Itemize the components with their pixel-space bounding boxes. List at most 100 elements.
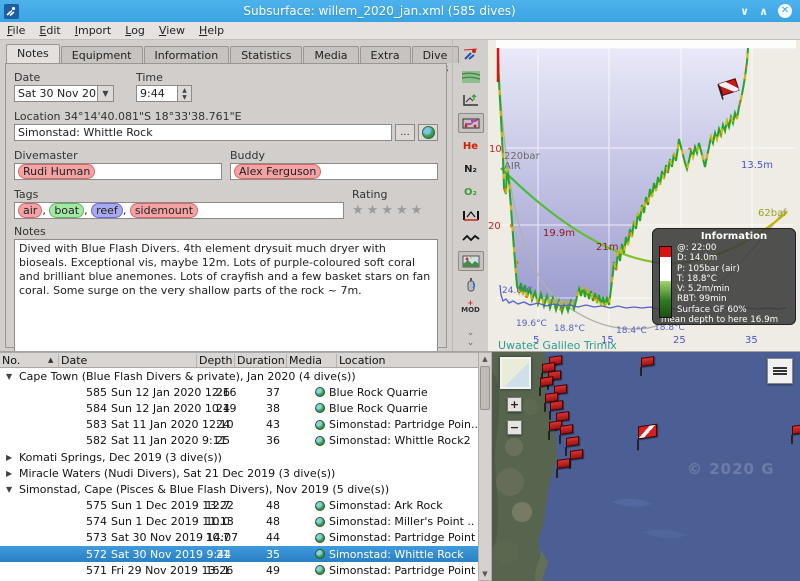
trip-row[interactable]: ▼Cape Town (Blue Flash Divers & private)…	[0, 368, 478, 384]
collapsed-triangle-icon[interactable]: ▶	[6, 453, 17, 462]
tab-extra-info[interactable]: Extra Info	[360, 46, 411, 63]
expanded-triangle-icon[interactable]: ▼	[6, 372, 17, 381]
maximize-button[interactable]: ∧	[759, 5, 768, 18]
star-icon[interactable]: ★	[367, 203, 382, 218]
dive-flag-icon[interactable]	[550, 400, 563, 411]
dive-row[interactable]: 575Sun 1 Dec 2019 13:2212.748Simonstad: …	[0, 498, 478, 514]
trip-label: Simonstad, Cape (Pisces & Blue Flash Div…	[19, 483, 389, 496]
globe-icon	[315, 420, 325, 430]
dive-flag-icon[interactable]	[570, 449, 583, 460]
buddy-input[interactable]: Alex Ferguson	[230, 163, 438, 180]
scroll-up-icon[interactable]: ▲	[482, 353, 487, 365]
titlebar[interactable]: Subsurface: willem_2020_jan.xml (585 div…	[0, 0, 800, 22]
dc-ceiling-icon[interactable]	[458, 113, 484, 133]
collapse-chevron-icon[interactable]: ⌄⌄	[467, 328, 475, 348]
dive-row[interactable]: 573Sat 30 Nov 2019 14:0710.744Simonstad:…	[0, 530, 478, 546]
dive-row[interactable]: 583Sat 11 Jan 2020 12:102443Simonstad: P…	[0, 417, 478, 433]
tab-media[interactable]: Media	[303, 46, 358, 63]
map-zoom-in-button[interactable]: +	[507, 397, 522, 412]
globe-icon	[315, 517, 325, 527]
dive-flag-icon[interactable]	[566, 436, 579, 447]
rating-stars[interactable]: ★★★★★	[352, 203, 438, 218]
menu-log[interactable]: Log	[118, 23, 152, 38]
minimize-button[interactable]: ∨	[740, 5, 749, 18]
column-duration[interactable]: Duration	[234, 354, 286, 367]
dive-row[interactable]: 584Sun 12 Jan 2020 10:192438Blue Rock Qu…	[0, 400, 478, 416]
trip-row[interactable]: ▶Miracle Waters (Nudi Divers), Sat 21 De…	[0, 465, 478, 481]
dive-date: Sun 12 Jan 2020 12:16	[111, 386, 203, 399]
trip-row[interactable]: ▼Simonstad, Cape (Pisces & Blue Flash Di…	[0, 481, 478, 497]
dive-profile-chart[interactable]: 10 20 5 15 25 35 220bar AIR 62bar 19.9m …	[488, 40, 800, 352]
tags-input[interactable]: air, boat, reef, sidemount	[14, 202, 344, 219]
time-value: 9:44	[140, 87, 165, 100]
location-more-button[interactable]: ...	[395, 124, 415, 141]
chevron-down-icon[interactable]: ▼	[97, 86, 113, 101]
o2-toggle[interactable]: O₂	[458, 182, 484, 202]
dive-site-map[interactable]: + − © 2020 G	[492, 352, 800, 581]
dive-list-scrollbar[interactable]: ▲ ▼	[478, 352, 492, 581]
column-depth[interactable]: Depth	[196, 354, 234, 367]
close-button[interactable]: ✕	[778, 4, 792, 18]
dive-flag-icon[interactable]	[560, 424, 573, 435]
star-icon[interactable]: ★	[396, 203, 411, 218]
column-date[interactable]: Date	[58, 354, 196, 367]
location-input[interactable]: Simonstad: Whittle Rock	[14, 124, 392, 141]
heartrate-icon[interactable]	[458, 228, 484, 248]
star-icon[interactable]: ★	[381, 203, 396, 218]
tab-equipment[interactable]: Equipment	[61, 46, 143, 63]
map-zoom-out-button[interactable]: −	[507, 420, 522, 435]
he-toggle[interactable]: He	[458, 136, 484, 156]
tab-notes[interactable]: Notes	[6, 44, 60, 63]
column-no[interactable]: No.	[0, 354, 46, 367]
dive-number: 575	[0, 499, 111, 512]
menu-file[interactable]: File	[0, 23, 32, 38]
tag-sidemount: sidemount	[130, 203, 198, 218]
dive-row[interactable]: 582Sat 11 Jan 2020 9:112536Simonstad: Wh…	[0, 433, 478, 449]
divemaster-input[interactable]: Rudi Human	[14, 163, 222, 180]
dive-list-header[interactable]: No. ▲ Date Depth Duration Media Location	[0, 353, 478, 368]
gradient-shading-icon[interactable]	[458, 67, 484, 87]
dive-flag-icon[interactable]	[792, 424, 800, 435]
time-spinner[interactable]: 9:44 ▲▼	[136, 85, 192, 102]
menu-view[interactable]: View	[152, 23, 192, 38]
tank-icon[interactable]	[458, 274, 484, 294]
date-combobox[interactable]: Sat 30 Nov 2019 ▼	[14, 85, 114, 102]
dive-row[interactable]: 585Sun 12 Jan 2020 12:162637Blue Rock Qu…	[0, 384, 478, 400]
tab-information[interactable]: Information	[144, 46, 230, 63]
scrollbar-thumb[interactable]	[480, 366, 490, 410]
calculated-ceiling-icon[interactable]	[458, 90, 484, 110]
dive-flag-icon[interactable]	[540, 376, 553, 387]
map-overview-thumbnail[interactable]	[500, 357, 531, 389]
dive-flag-icon[interactable]	[557, 458, 570, 469]
window-title: Subsurface: willem_2020_jan.xml (585 div…	[19, 4, 740, 18]
notes-textarea[interactable]: Dived with Blue Flash Divers. 4th elemen…	[14, 239, 438, 365]
scroll-down-icon[interactable]: ▼	[482, 568, 487, 580]
tooltip-title: Information	[677, 231, 791, 242]
dive-row[interactable]: 574Sun 1 Dec 2019 11:1310.048Simonstad: …	[0, 514, 478, 530]
dive-depth: 10.7	[203, 531, 230, 544]
diver-icon[interactable]	[458, 44, 484, 64]
dive-row[interactable]: 572Sat 30 Nov 2019 9:442135Simonstad: Wh…	[0, 546, 478, 562]
dive-flag-icon[interactable]	[641, 356, 654, 367]
n2-toggle[interactable]: N₂	[458, 159, 484, 179]
menu-import[interactable]: Import	[68, 23, 119, 38]
star-icon[interactable]: ★	[352, 203, 367, 218]
star-icon[interactable]: ★	[411, 203, 426, 218]
column-media[interactable]: Media	[286, 354, 336, 367]
trip-row[interactable]: ▶Komati Springs, Dec 2019 (3 dive(s))	[0, 449, 478, 465]
dive-row[interactable]: 571Fri 29 Nov 2019 13:2616.149Simonstad:…	[0, 562, 478, 578]
dive-number: 573	[0, 531, 111, 544]
location-globe-button[interactable]	[418, 124, 438, 141]
mod-toggle[interactable]: +MOD	[458, 297, 484, 317]
selected-dive-flag-icon[interactable]	[638, 424, 657, 440]
map-menu-button[interactable]	[767, 358, 793, 384]
expanded-triangle-icon[interactable]: ▼	[6, 485, 17, 494]
column-location[interactable]: Location	[336, 354, 478, 367]
tab-statistics[interactable]: Statistics	[230, 46, 302, 63]
menu-edit[interactable]: Edit	[32, 23, 67, 38]
collapsed-triangle-icon[interactable]: ▶	[6, 469, 17, 478]
ruler-icon[interactable]	[458, 205, 484, 225]
menu-help[interactable]: Help	[192, 23, 231, 38]
spinner-arrows-icon[interactable]: ▲▼	[177, 86, 191, 101]
photos-icon[interactable]	[458, 251, 484, 271]
